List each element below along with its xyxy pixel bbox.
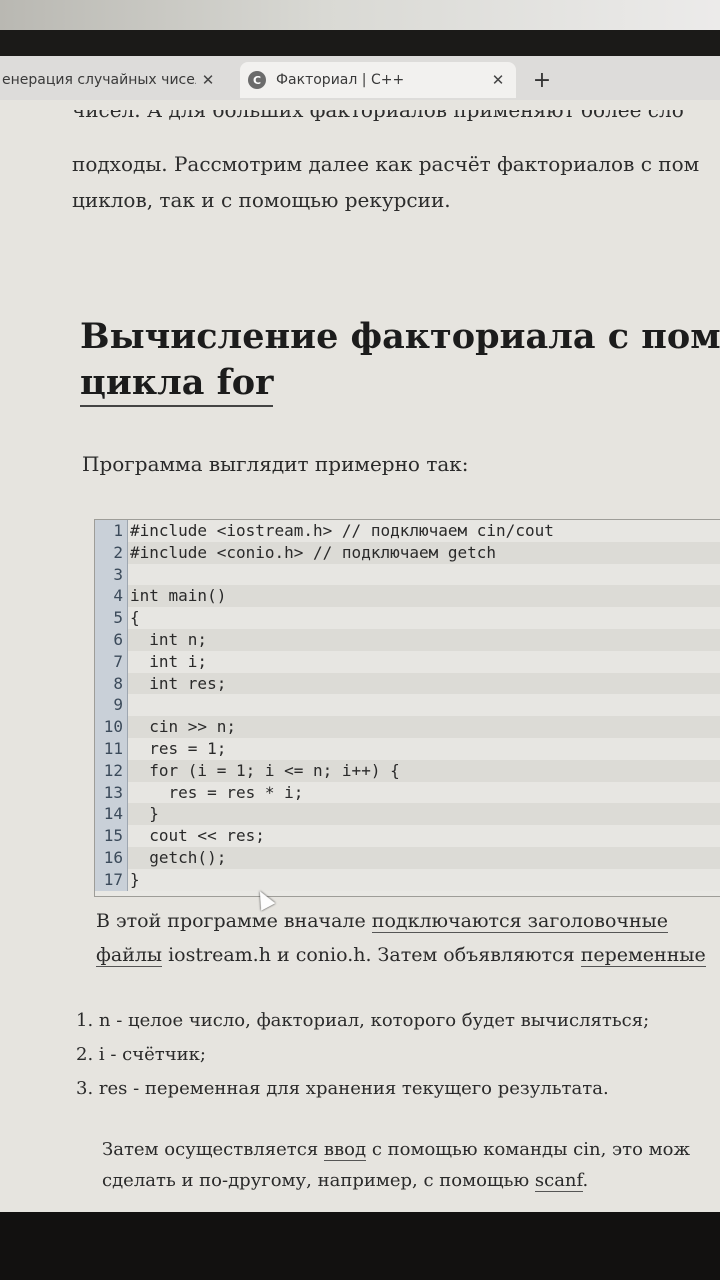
input-paragraph: Затем осуществляется ввод с помощью кома…	[102, 1139, 691, 1192]
intro-line: циклов, так и с помощью рекурсии.	[72, 188, 451, 212]
line-number: 9	[95, 694, 128, 717]
code-text: cin >> n;	[128, 716, 720, 738]
code-line: 15 cout << res;	[95, 825, 720, 847]
code-line: 12 for (i = 1; i <= n; i++) {	[95, 759, 720, 782]
line-number: 1	[95, 520, 128, 542]
line-number: 5	[95, 607, 128, 629]
lead-text: Программа выглядит примерно так:	[82, 452, 469, 476]
new-tab-button[interactable]: +	[528, 66, 556, 94]
explanation-paragraph: В этой программе вначале подключаются за…	[96, 910, 706, 967]
code-text: int res;	[128, 672, 720, 695]
code-line: 14 }	[95, 803, 720, 826]
code-text: cout << res;	[128, 825, 720, 847]
article-page: чисел. А для больших факториалов применя…	[0, 100, 720, 1212]
code-line: 16 getch();	[95, 846, 720, 869]
code-text: res = 1;	[128, 737, 720, 760]
code-line: 2 #include <conio.h> // подключаем getch	[95, 541, 720, 564]
code-line: 17}	[95, 868, 720, 891]
close-icon[interactable]: ✕	[486, 71, 510, 89]
line-number: 4	[95, 585, 128, 608]
line-number: 2	[95, 541, 128, 564]
code-line: 4 int main()	[95, 585, 720, 608]
code-text: #include <iostream.h> // подключаем cin/…	[128, 520, 720, 542]
scanf-link[interactable]: scanf	[534, 1170, 583, 1192]
line-number: 10	[95, 716, 128, 738]
code-text: {	[128, 607, 720, 629]
code-line: 5{	[95, 607, 720, 629]
code-line: 6 int n;	[95, 628, 720, 651]
code-block: 1 #include <iostream.h> // подключаем cin…	[94, 519, 720, 897]
variables-list: 1. n - целое число, факториал, которого …	[76, 1004, 649, 1106]
code-text: for (i = 1; i <= n; i++) {	[128, 759, 720, 782]
list-item: 3. res - переменная для хранения текущег…	[76, 1078, 609, 1099]
monitor-bezel-bottom	[0, 1212, 720, 1280]
code-line: 7 int i;	[95, 650, 720, 673]
list-item: 1. n - целое число, факториал, которого …	[76, 1010, 650, 1031]
line-number: 12	[95, 759, 128, 782]
code-line: 11 res = 1;	[95, 737, 720, 760]
heading-anchor-link[interactable]: цикла for	[80, 362, 274, 407]
tab-factorial[interactable]: C Факториал | С++ ✕	[240, 62, 516, 98]
code-text: int main()	[128, 585, 720, 608]
code-text	[128, 694, 720, 717]
close-icon[interactable]: ✕	[196, 71, 220, 89]
code-text: int n;	[128, 628, 720, 651]
tab-title: Факториал | С++	[276, 72, 405, 88]
code-line: 3	[95, 563, 720, 586]
code-line: 1 #include <iostream.h> // подключаем cin…	[95, 520, 720, 542]
tab-bar: енерация случайных чисел в С ✕ C Фактори…	[0, 56, 720, 101]
list-item: 2. i - счётчик;	[76, 1044, 206, 1065]
code-text: }	[128, 868, 720, 891]
line-number: 3	[95, 563, 128, 586]
section-heading: Вычисление факториала с помо цикла for	[80, 314, 720, 407]
input-link[interactable]: ввод	[323, 1139, 367, 1161]
intro-line-cut: чисел. А для больших факториалов применя…	[72, 110, 684, 122]
line-number: 17	[95, 868, 128, 891]
code-line: 10 cin >> n;	[95, 716, 720, 738]
code-text: int i;	[128, 650, 720, 673]
site-favicon-icon: C	[248, 71, 266, 89]
code-line: 9	[95, 694, 720, 717]
line-number: 15	[95, 825, 128, 847]
monitor-bezel-top	[0, 30, 720, 56]
screen-glare	[0, 0, 720, 34]
line-number: 8	[95, 672, 128, 695]
line-number: 6	[95, 628, 128, 651]
headers-link-cont[interactable]: файлы	[96, 944, 163, 967]
line-number: 11	[95, 737, 128, 760]
code-text: }	[128, 803, 720, 826]
tab-random-numbers[interactable]: енерация случайных чисел в С ✕	[0, 62, 232, 98]
line-number: 16	[95, 846, 128, 869]
headers-link[interactable]: подключаются заголовочные	[371, 910, 668, 933]
intro-paragraph: чисел. А для больших факториалов применя…	[72, 110, 720, 218]
code-text: res = res * i;	[128, 781, 720, 804]
code-line: 13 res = res * i;	[95, 781, 720, 804]
intro-line: подходы. Рассмотрим далее как расчёт фак…	[72, 152, 700, 176]
line-number: 13	[95, 781, 128, 804]
variables-link[interactable]: переменные	[580, 944, 706, 967]
tab-title: енерация случайных чисел в С	[2, 72, 196, 88]
code-text	[128, 563, 720, 586]
line-number: 14	[95, 803, 128, 826]
code-text: getch();	[128, 846, 720, 869]
line-number: 7	[95, 650, 128, 673]
code-text: #include <conio.h> // подключаем getch	[128, 541, 720, 564]
code-line: 8 int res;	[95, 672, 720, 695]
